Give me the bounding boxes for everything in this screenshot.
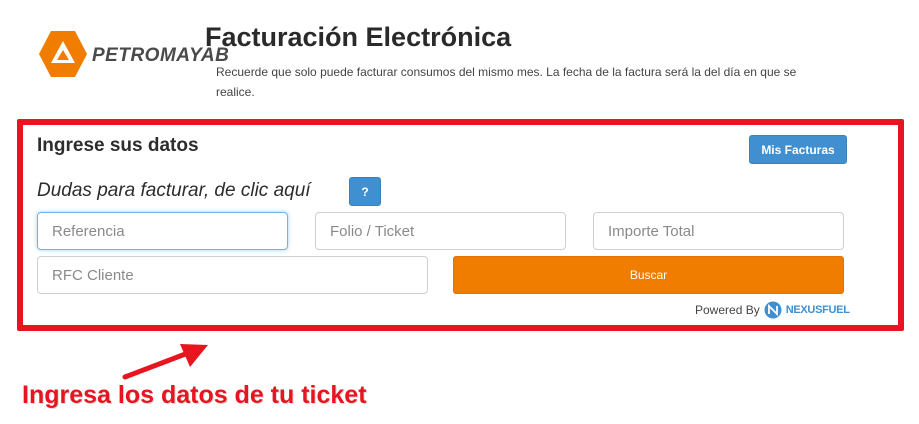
page-title: Facturación Electrónica	[205, 22, 512, 52]
provider-name: NEXUSFUEL	[785, 304, 850, 316]
referencia-input[interactable]	[37, 212, 288, 250]
powered-by-label: Powered By	[695, 303, 760, 317]
annotation-caption: Ingresa los datos de tu ticket	[22, 381, 367, 409]
petromayab-logo-icon	[39, 31, 87, 77]
mis-facturas-button[interactable]: Mis Facturas	[749, 135, 847, 164]
nexusfuel-logo-icon	[764, 301, 782, 319]
petromayab-logo: PETROMAYAB	[38, 30, 229, 80]
help-text: Dudas para facturar, de clic aquí	[37, 180, 311, 201]
billing-notice: Recuerde que solo puede facturar consumo…	[216, 65, 797, 99]
importe-total-input[interactable]	[593, 212, 844, 250]
invoice-form-panel: Ingrese sus datos Mis Facturas Dudas par…	[17, 119, 904, 331]
rfc-cliente-input[interactable]	[37, 256, 428, 294]
section-title: Ingrese sus datos	[37, 135, 199, 156]
buscar-button[interactable]: Buscar	[453, 256, 844, 294]
folio-ticket-input[interactable]	[315, 212, 566, 250]
powered-by: Powered By NEXUSFUEL	[695, 300, 850, 320]
help-button[interactable]: ?	[349, 177, 381, 206]
red-arrow-icon	[122, 344, 208, 380]
